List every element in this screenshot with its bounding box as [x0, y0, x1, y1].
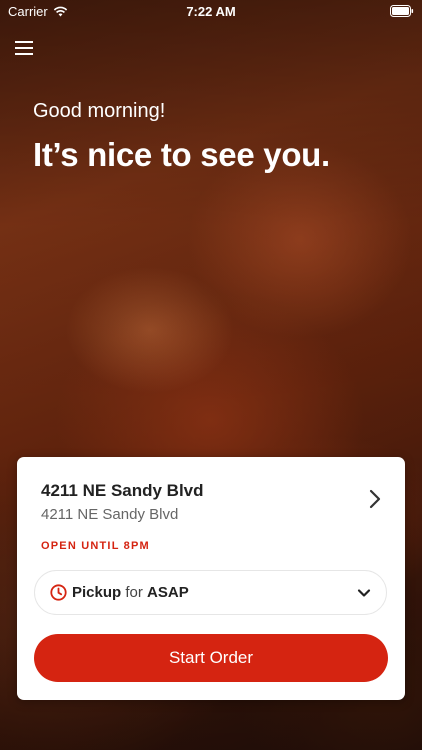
order-time: ASAP: [147, 584, 189, 601]
location-name[interactable]: 4211 NE Sandy Blvd: [41, 481, 204, 501]
status-bar: Carrier 7:22 AM: [0, 0, 422, 22]
chevron-right-icon[interactable]: [367, 487, 383, 511]
battery-icon: [390, 5, 414, 17]
location-address: 4211 NE Sandy Blvd: [41, 506, 179, 523]
start-order-button[interactable]: Start Order: [34, 634, 388, 682]
order-connector: for: [125, 584, 143, 601]
location-card: 4211 NE Sandy Blvd 4211 NE Sandy Blvd OP…: [17, 457, 405, 700]
welcome-headline: It’s nice to see you.: [33, 136, 330, 173]
order-mode-selector[interactable]: Pickup for ASAP: [34, 570, 387, 615]
chevron-down-icon[interactable]: [357, 586, 371, 600]
order-mode: Pickup: [72, 584, 122, 601]
status-time: 7:22 AM: [186, 4, 236, 19]
hours-status: OPEN UNTIL 8PM: [41, 540, 150, 552]
clock-icon: [50, 584, 67, 601]
hamburger-menu-icon[interactable]: [15, 40, 35, 56]
greeting-text: Good morning!: [33, 100, 166, 122]
